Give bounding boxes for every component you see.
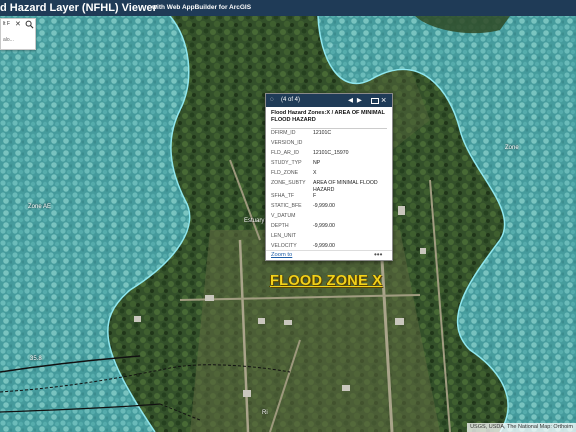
attribute-value: 12101C_15970 bbox=[313, 150, 349, 156]
popup-footer: Zoom to ••• bbox=[266, 250, 392, 260]
search-input[interactable]: lt F bbox=[3, 21, 10, 27]
popup-title: Flood Hazard Zones:X / AREA OF MINIMAL F… bbox=[271, 110, 385, 123]
attribute-key: FLD_ZONE bbox=[271, 170, 299, 176]
attribute-row: SFHA_TF F bbox=[270, 193, 388, 203]
attribute-row: ZONE_SUBTY AREA OF MINIMAL FLOOD HAZARD bbox=[270, 180, 388, 193]
search-icon[interactable] bbox=[25, 20, 34, 29]
attribute-row: STUDY_TYP NP bbox=[270, 160, 388, 170]
flood-zone-label: FLOOD ZONE X bbox=[270, 273, 383, 289]
zone-ae-label: Zone AE bbox=[28, 204, 52, 210]
attribute-value bbox=[312, 213, 388, 223]
attribute-key: V_DATUM bbox=[271, 213, 296, 219]
attribute-value: NP bbox=[313, 160, 321, 166]
map-attribution: USGS, USDA, The National Map: Orthoim bbox=[467, 423, 576, 432]
search-suggestion[interactable]: alo... bbox=[3, 37, 14, 43]
attribute-table: DFIRM_ID 12101C VERSION_ID FLD_AR_ID 12101C_… bbox=[270, 130, 388, 253]
popup-count: (4 of 4) bbox=[281, 97, 301, 103]
place-label-b: Ri bbox=[262, 410, 268, 416]
attribute-row: LEN_UNIT bbox=[270, 233, 388, 243]
attribute-key: STATIC_BFE bbox=[271, 203, 302, 209]
popup-nav[interactable]: ◀ ▶ bbox=[348, 96, 363, 104]
attribute-value: F bbox=[313, 193, 317, 199]
attribute-value: X bbox=[313, 170, 317, 176]
popup-header: ◌ (4 of 4) ◀ ▶ × bbox=[266, 94, 392, 107]
place-label: Estuary bbox=[244, 218, 265, 224]
attribute-key: STUDY_TYP bbox=[271, 160, 302, 166]
more-actions-icon[interactable]: ••• bbox=[374, 250, 382, 259]
attribute-key: FLD_AR_ID bbox=[271, 150, 299, 156]
next-icon[interactable]: ▶ bbox=[357, 97, 363, 104]
attribute-value: AREA OF MINIMAL FLOOD HAZARD bbox=[313, 180, 378, 193]
maximize-icon[interactable] bbox=[371, 98, 379, 104]
previous-icon[interactable]: ◀ bbox=[348, 97, 354, 104]
attribute-key: DFIRM_ID bbox=[271, 130, 296, 136]
attribute-key: SFHA_TF bbox=[271, 193, 295, 199]
attribute-row: FLD_AR_ID 12101C_15970 bbox=[270, 150, 388, 160]
attribute-row: DFIRM_ID 12101C bbox=[270, 130, 388, 140]
app-header: d Hazard Layer (NFHL) Viewer with Web Ap… bbox=[0, 0, 576, 16]
attribute-row: V_DATUM bbox=[270, 213, 388, 223]
attribute-value: -9,999.00 bbox=[313, 203, 335, 209]
attribute-row: STATIC_BFE -9,999.00 bbox=[270, 203, 388, 213]
attribute-value bbox=[312, 140, 388, 150]
zone-right-label: Zone bbox=[505, 145, 519, 151]
attribute-row: VERSION_ID bbox=[270, 140, 388, 150]
attribute-row: DEPTH -9,999.00 bbox=[270, 223, 388, 233]
attribute-key: VERSION_ID bbox=[271, 140, 303, 146]
app-subtitle: with Web AppBuilder for ArcGIS bbox=[152, 4, 252, 11]
loading-icon: ◌ bbox=[270, 96, 274, 103]
attribute-key: ZONE_SUBTY bbox=[271, 180, 306, 186]
elevation-label: 35.8 bbox=[30, 356, 42, 362]
attribute-value: 12101C bbox=[313, 130, 332, 136]
app-title: d Hazard Layer (NFHL) Viewer bbox=[0, 2, 157, 14]
clear-icon[interactable]: ✕ bbox=[15, 21, 21, 28]
attribute-row: FLD_ZONE X bbox=[270, 170, 388, 180]
feature-popup[interactable]: ◌ (4 of 4) ◀ ▶ × Flood Hazard Zones:X / … bbox=[265, 93, 393, 261]
zoom-to-link[interactable]: Zoom to bbox=[271, 252, 292, 258]
attribute-key: LEN_UNIT bbox=[271, 233, 297, 239]
attribute-value: -9,999.00 bbox=[313, 223, 335, 229]
attribute-key: DEPTH bbox=[271, 223, 289, 229]
close-icon[interactable]: × bbox=[381, 94, 386, 106]
divider bbox=[271, 128, 387, 129]
attribute-value bbox=[312, 233, 388, 243]
search-widget[interactable]: lt F ✕ alo... bbox=[0, 18, 36, 50]
